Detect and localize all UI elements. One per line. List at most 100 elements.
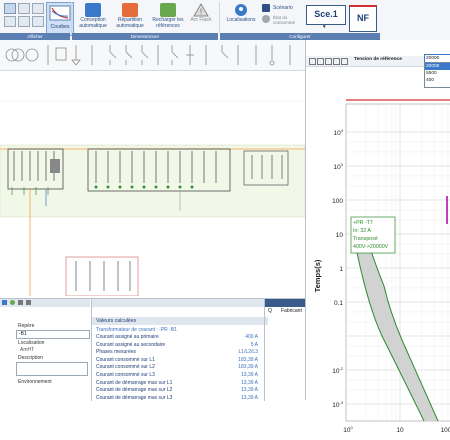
export-icon[interactable] (333, 58, 340, 65)
annotation-line: In: 32 A (353, 228, 371, 234)
tension-options: 20000 5500 400 (424, 62, 450, 88)
list-item: Courant assigné au secondaire 5 A (96, 341, 258, 348)
single-line-diagram (0, 100, 306, 297)
q-label: Q (268, 308, 272, 314)
location-icon (235, 4, 247, 16)
list-item: Courant consommé sur L3 13,39 A (96, 372, 258, 378)
annotation-line: +PR -T7 (353, 220, 373, 226)
courbes-label: Courbes (50, 24, 70, 30)
norm-label: NF (357, 13, 369, 23)
y-tick: 100 (332, 198, 343, 205)
print-icon[interactable] (341, 58, 348, 65)
filter-icon[interactable] (18, 300, 23, 305)
x-tick: 10 (396, 427, 404, 434)
refresh-icon[interactable] (10, 300, 15, 305)
y-axis-label: Temps(s) (313, 259, 322, 292)
y-tick: 104 (334, 128, 344, 137)
repartition-icon (122, 3, 138, 17)
separator (219, 2, 220, 33)
tension-select-value: 20000 (426, 56, 440, 61)
list-item: Courant de démarrage max sur L3 13,39 A (96, 394, 258, 401)
chevron-down-icon: ▾ (323, 24, 326, 30)
tension-option[interactable]: 5500 (425, 70, 450, 77)
repartition-button[interactable]: Répartition automatique (113, 3, 147, 29)
arcflash-button[interactable]: ! Arc Flash (188, 3, 214, 24)
source-symbol-icon[interactable] (55, 47, 67, 61)
zoom-icon[interactable] (4, 16, 16, 27)
repere-field[interactable]: -B1 (16, 330, 90, 339)
conception-label: Conception automatique (79, 17, 107, 29)
grid-view-icon[interactable] (2, 300, 7, 305)
scenario-selector[interactable]: Sce.1 ▾ (306, 5, 346, 30)
list-item: Courant consommé sur L2 183,39 A (96, 364, 258, 371)
bottom-panels: Repère -B1 Localisation AmHT Description… (0, 298, 305, 401)
courbes-button[interactable]: Courbes (46, 2, 74, 36)
group-dimensionner: Dimensionner (72, 33, 218, 40)
localisations-button[interactable]: Localisations (224, 3, 258, 24)
values-toolbar (92, 299, 264, 307)
values-list: Courant assigné au primaire 400 A Courant… (92, 334, 262, 401)
arcflash-label: Arc Flash (190, 17, 212, 23)
list-item: Courant assigné au primaire 400 A (96, 334, 258, 340)
y-tick: 1 (339, 266, 343, 273)
arrow-icon[interactable] (32, 16, 44, 27)
x-tick: 100 (343, 425, 353, 434)
selected-ct[interactable] (50, 159, 60, 173)
symbol-palette-icons (5, 45, 291, 66)
calculated-values-panel: Valeurs calculées Transformateur de cour… (92, 299, 268, 401)
tension-option[interactable]: 400 (425, 77, 450, 84)
description-label: Description (18, 355, 44, 361)
values-header: Valeurs calculées (92, 317, 268, 325)
y-tick: 0.1 (334, 300, 343, 307)
list-item: Courant de démarrage max sur L1 13,39 A (96, 379, 258, 386)
y-tick: 10 (336, 232, 344, 239)
display-tools: Courbes (4, 2, 74, 36)
annotation-line: 400V->20000V (353, 244, 389, 250)
generator-symbol-icon[interactable] (25, 48, 39, 62)
svg-text:!: ! (200, 8, 202, 17)
schematic-canvas[interactable] (0, 71, 306, 297)
values-subtitle: Transformateur de courant : -PR -B1 (96, 327, 177, 333)
switchboard-lower[interactable] (65, 256, 139, 297)
localisation-value: AmHT (20, 347, 35, 353)
ribbon: Courbes Conception automatique Répartiti… (0, 0, 450, 41)
grid-icon[interactable] (18, 3, 30, 14)
scenario-label: Scénario (273, 5, 293, 11)
tension-label: Tension de référence (354, 57, 402, 62)
filter-icon[interactable] (18, 16, 30, 27)
legend-icon[interactable] (325, 58, 332, 65)
list-item: Courant de démarrage max sur L2 13,39 A (96, 387, 258, 394)
tension-option[interactable]: 20000 (425, 63, 450, 70)
catalog-header: Q Fabricant (265, 307, 305, 315)
curves-panel: Tension de référence 20000 20000 5500 40… (305, 40, 450, 434)
list-item: Phases mesurées L1/L2/L3 (96, 349, 258, 356)
time-current-chart[interactable]: +PR -T7 In: 32 A Transposé 400V->20000V … (306, 96, 450, 440)
recharger-button[interactable]: Recharger les références (150, 3, 186, 29)
description-field[interactable] (16, 362, 88, 376)
norm-selector[interactable]: NF (349, 5, 377, 32)
grid-toggle-icon[interactable] (317, 58, 324, 65)
layer-icon[interactable] (32, 3, 44, 14)
localisations-label: Localisations (226, 17, 256, 23)
list-item: Courant consommé sur L1 183,39 A (96, 356, 258, 363)
repartition-label: Répartition automatique (116, 17, 144, 29)
group-afficher: Afficher (0, 33, 70, 40)
zoom-fit-icon[interactable] (309, 58, 316, 65)
settings-icon[interactable] (26, 300, 31, 305)
localisation-label: Localisation (18, 340, 45, 346)
conception-button[interactable]: Conception automatique (76, 3, 110, 29)
etat-label: État du consommé (273, 15, 296, 25)
group-configurer: Configurer (220, 33, 380, 40)
properties-toolbar (0, 299, 90, 307)
state-icon (262, 15, 270, 23)
y-tick: 103 (334, 162, 344, 171)
curve-chart-icon (49, 5, 71, 21)
conception-icon (85, 3, 101, 17)
symbol-palette (0, 40, 305, 71)
view-icon[interactable] (4, 3, 16, 14)
repere-value: -B1 (19, 331, 27, 337)
fabricant-label: Fabricant (281, 308, 302, 314)
recharger-label: Recharger les références (152, 17, 184, 29)
catalog-toolbar (265, 299, 305, 307)
separator (71, 2, 72, 33)
